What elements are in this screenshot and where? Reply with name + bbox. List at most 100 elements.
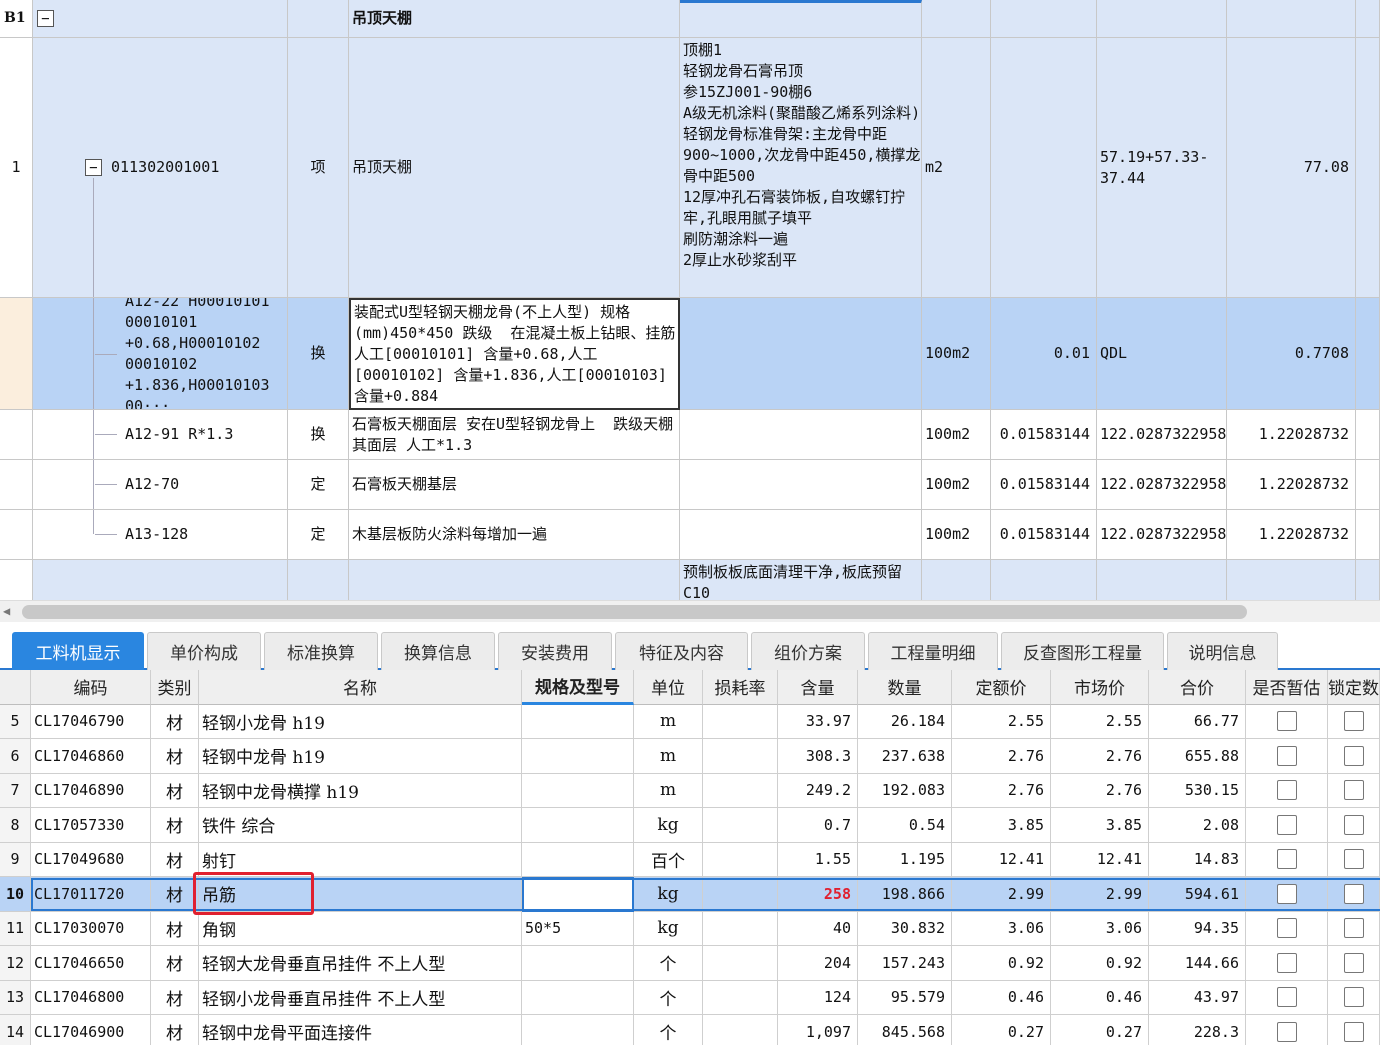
tab-10[interactable]: 说明信息 <box>1167 632 1278 670</box>
boq-row[interactable]: A12-70 定石膏板天棚基层 100m2 0.01583144 122.0287322… <box>0 460 1380 510</box>
resource-cell-market_price[interactable]: 12.41 <box>1051 842 1149 877</box>
resource-cell-content[interactable]: 33.97 <box>778 704 858 739</box>
resource-cell-lock[interactable] <box>1328 773 1380 808</box>
resource-cell-flag[interactable] <box>1246 773 1328 808</box>
resource-cell-spec[interactable] <box>522 842 634 877</box>
resource-cell-flag[interactable] <box>1246 1015 1328 1045</box>
tab-3[interactable]: 标准换算 <box>264 632 378 670</box>
resource-cell-cat[interactable]: 材 <box>151 946 199 981</box>
resource-row[interactable]: 5 CL17046790 材轻钢小龙骨 h19 m 33.97 26.184 2.55 2.5… <box>0 704 1380 739</box>
resource-cell-cat[interactable]: 材 <box>151 704 199 739</box>
resource-cell-qty[interactable]: 198.866 <box>858 877 952 912</box>
resource-cell-qty[interactable]: 30.832 <box>858 911 952 946</box>
boq-cell-unit[interactable]: m2 <box>922 38 991 298</box>
tab-5[interactable]: 安装费用 <box>498 632 612 670</box>
resource-cell-content[interactable]: 0.7 <box>778 808 858 843</box>
boq-cell-qty_expr[interactable]: 122.028732295856 <box>1097 410 1227 460</box>
resource-cell-code[interactable]: CL17057330 <box>31 808 151 843</box>
column-header-idx[interactable] <box>0 670 31 705</box>
boq-cell-type[interactable]: 换 <box>288 298 349 410</box>
resource-cell-qty[interactable]: 157.243 <box>858 946 952 981</box>
resource-cell-flag[interactable] <box>1246 911 1328 946</box>
resource-cell-cat[interactable]: 材 <box>151 980 199 1015</box>
resource-row[interactable]: 11 CL17030070 材角钢 50*5 kg 40 30.832 3.06 3.06 94.… <box>0 911 1380 946</box>
boq-cell-features[interactable] <box>680 510 922 560</box>
resource-cell-market_price[interactable]: 2.76 <box>1051 739 1149 774</box>
resource-cell-code[interactable]: CL17046790 <box>31 704 151 739</box>
resource-cell-name[interactable]: 吊筋 <box>199 877 522 912</box>
resource-cell-quota_price[interactable]: 0.27 <box>952 1015 1051 1045</box>
boq-cell-code[interactable]: A12-22 H00010101 00010101 +0.68,H0001010… <box>33 298 288 410</box>
resource-cell-qty[interactable]: 26.184 <box>858 704 952 739</box>
tab-1[interactable]: 工料机显示 <box>12 632 144 670</box>
resource-cell-unit[interactable]: 百个 <box>634 842 703 877</box>
resource-cell-flag[interactable] <box>1246 739 1328 774</box>
column-header-loss[interactable]: 损耗率 <box>703 670 778 705</box>
resource-cell-unit[interactable]: kg <box>634 911 703 946</box>
resource-cell-unit[interactable]: m <box>634 739 703 774</box>
group-row-b1[interactable]: B1− 吊顶天棚 <box>0 0 1380 38</box>
resource-cell-flag[interactable] <box>1246 704 1328 739</box>
boq-cell-extra[interactable] <box>1356 460 1380 510</box>
resource-cell-cat[interactable]: 材 <box>151 739 199 774</box>
resource-cell-total[interactable]: 144.66 <box>1149 946 1246 981</box>
resource-cell-qty[interactable]: 1.195 <box>858 842 952 877</box>
lock-checkbox[interactable] <box>1343 952 1364 973</box>
provisional-checkbox[interactable] <box>1276 711 1297 732</box>
boq-cell-features[interactable]: 顶棚1 轻钢龙骨石膏吊顶 参15ZJ001-90棚6 A级无机涂料(聚醋酸乙烯系… <box>680 38 922 298</box>
resource-cell-quota_price[interactable]: 12.41 <box>952 842 1051 877</box>
resource-cell-cat[interactable]: 材 <box>151 773 199 808</box>
boq-cell-extra[interactable] <box>1356 510 1380 560</box>
resource-row[interactable]: 10 CL17011720 材吊筋 kg 258 198.866 2.99 2.99 594.6… <box>0 877 1380 912</box>
boq-cell-unit[interactable] <box>922 560 991 600</box>
provisional-checkbox[interactable] <box>1276 745 1297 766</box>
resource-cell-loss[interactable] <box>703 877 778 912</box>
resource-cell-quota_price[interactable]: 2.55 <box>952 704 1051 739</box>
resource-cell-name[interactable]: 角钢 <box>199 911 522 946</box>
resource-cell-total[interactable]: 655.88 <box>1149 739 1246 774</box>
resource-cell-lock[interactable] <box>1328 739 1380 774</box>
boq-cell-factor[interactable]: 0.01583144 <box>991 460 1097 510</box>
resource-cell-qty[interactable]: 845.568 <box>858 1015 952 1045</box>
boq-cell-type[interactable]: 定 <box>288 510 349 560</box>
boq-row[interactable]: A12-91 R*1.3 换石膏板天棚面层 安在U型轻钢龙骨上 跌级天棚其面层 人… <box>0 410 1380 460</box>
resource-cell-market_price[interactable]: 0.92 <box>1051 946 1149 981</box>
resource-cell-quota_price[interactable]: 0.46 <box>952 980 1051 1015</box>
boq-cell-factor[interactable] <box>991 38 1097 298</box>
provisional-checkbox[interactable] <box>1276 918 1297 939</box>
resource-row[interactable]: 14 CL17046900 材轻钢中龙骨平面连接件 个 1,097 845.568 0.27… <box>0 1015 1380 1045</box>
resource-cell-qty[interactable]: 192.083 <box>858 773 952 808</box>
boq-cell-name[interactable]: 木基层板防火涂料每增加一遍 <box>349 510 680 560</box>
lock-checkbox[interactable] <box>1343 711 1364 732</box>
boq-cell-code[interactable] <box>33 560 288 600</box>
resource-cell-name[interactable]: 轻钢小龙骨垂直吊挂件 不上人型 <box>199 980 522 1015</box>
boq-cell-name[interactable]: 吊顶天棚 <box>349 38 680 298</box>
boq-cell-type[interactable]: 项 <box>288 38 349 298</box>
boq-row[interactable]: A12-22 H00010101 00010101 +0.68,H0001010… <box>0 298 1380 410</box>
resource-cell-market_price[interactable]: 3.06 <box>1051 911 1149 946</box>
resource-cell-unit[interactable]: m <box>634 773 703 808</box>
boq-cell-total[interactable]: 77.08 <box>1227 38 1356 298</box>
boq-cell-type[interactable]: 换 <box>288 410 349 460</box>
resource-cell-lock[interactable] <box>1328 911 1380 946</box>
resource-cell-qty[interactable]: 237.638 <box>858 739 952 774</box>
resource-cell-unit[interactable]: kg <box>634 808 703 843</box>
column-header-cat[interactable]: 类别 <box>151 670 199 705</box>
resource-cell-market_price[interactable]: 2.99 <box>1051 877 1149 912</box>
boq-cell-total[interactable]: 1.22028732 <box>1227 510 1356 560</box>
boq-cell-code[interactable]: A13-128 <box>33 510 288 560</box>
boq-cell-qty_expr[interactable]: QDL <box>1097 298 1227 410</box>
resource-cell-total[interactable]: 66.77 <box>1149 704 1246 739</box>
resource-cell-market_price[interactable]: 2.76 <box>1051 773 1149 808</box>
resource-cell-content[interactable]: 249.2 <box>778 773 858 808</box>
lock-checkbox[interactable] <box>1343 780 1364 801</box>
boq-cell-factor[interactable] <box>991 560 1097 600</box>
resource-cell-spec[interactable] <box>522 877 634 912</box>
boq-cell-total[interactable]: 1.22028732 <box>1227 460 1356 510</box>
provisional-checkbox[interactable] <box>1276 952 1297 973</box>
resource-cell-total[interactable]: 228.3 <box>1149 1015 1246 1045</box>
tab-4[interactable]: 换算信息 <box>381 632 495 670</box>
boq-cell-features[interactable] <box>680 460 922 510</box>
resource-cell-loss[interactable] <box>703 1015 778 1045</box>
resource-cell-spec[interactable]: 50*5 <box>522 911 634 946</box>
